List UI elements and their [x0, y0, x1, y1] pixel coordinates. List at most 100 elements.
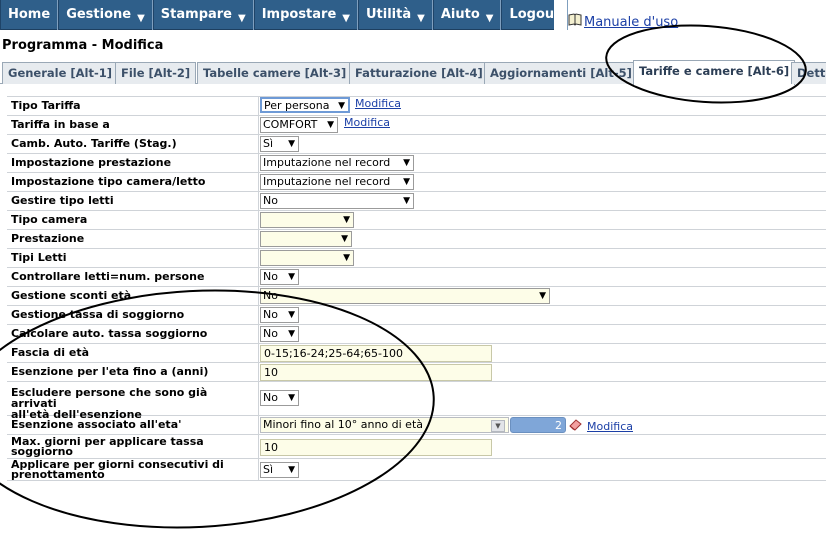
gestione-tassa-select[interactable]: No ▼ — [260, 307, 299, 323]
menu-utilita[interactable]: Utilità ▼ — [357, 0, 433, 30]
menu-gestione-label: Gestione — [66, 7, 132, 22]
max-giorni-input[interactable]: 10 — [260, 439, 492, 456]
chevron-down-icon: ▼ — [288, 310, 295, 320]
tab-aggiornamenti[interactable]: Aggiornamenti [Alt-5] — [484, 62, 638, 84]
eraser-icon[interactable] — [567, 417, 583, 431]
impostazione-tipo-camera-select[interactable]: Imputazione nel record ▼ — [260, 174, 414, 190]
chevron-down-icon: ▼ — [403, 177, 410, 187]
tipo-camera-label: Tipo camera — [11, 213, 88, 226]
controllare-letti-select[interactable]: No ▼ — [260, 269, 299, 285]
menu-logout[interactable]: Logout — [501, 0, 569, 30]
chevron-down-icon: ▼ — [539, 291, 546, 301]
tab-tabelle-camere[interactable]: Tabelle camere [Alt-3] — [197, 62, 353, 84]
fascia-eta-label: Fascia di età — [11, 346, 89, 359]
row-tipo-tariffa: Tipo Tariffa Per persona ▼ Modifica — [7, 97, 826, 116]
row-impostazione-tipo-camera: Impostazione tipo camera/letto Imputazio… — [7, 173, 826, 192]
tipo-camera-select[interactable]: ▼ — [260, 212, 354, 228]
row-esenzione-eta: Esenzione per l'eta fino a (anni) 10 — [7, 363, 826, 382]
camb-auto-select[interactable]: Sì ▼ — [260, 136, 299, 152]
menu-stampare-label: Stampare — [160, 7, 232, 22]
tab-tariffe-camere[interactable]: Tariffe e camere [Alt-6] — [633, 60, 796, 85]
gestione-sconti-select[interactable]: No ▼ — [260, 288, 550, 304]
camb-auto-value: Sì — [263, 137, 274, 150]
esenzione-modifica-link[interactable]: Modifica — [587, 420, 633, 433]
controllare-letti-label: Controllare letti=num. persone — [11, 270, 205, 283]
esenzione-eta-label: Esenzione per l'eta fino a (anni) — [11, 365, 209, 378]
menu-gestione[interactable]: Gestione ▼ — [58, 0, 153, 30]
tariffa-base-select[interactable]: COMFORT ▼ — [260, 117, 338, 133]
row-tipo-camera: Tipo camera ▼ — [7, 211, 826, 230]
gestire-tipo-letti-value: No — [263, 194, 278, 207]
row-controllare-letti: Controllare letti=num. persone No ▼ — [7, 268, 826, 287]
gestione-sconti-label: Gestione sconti età — [11, 289, 132, 302]
manual-link-label: Manuale d'uso — [584, 15, 679, 30]
tipi-letti-label: Tipi Letti — [11, 251, 67, 264]
impostazione-prestazione-select[interactable]: Imputazione nel record ▼ — [260, 155, 414, 171]
row-tipi-letti: Tipi Letti ▼ — [7, 249, 826, 268]
menu-aiuto[interactable]: Aiuto ▼ — [432, 0, 502, 30]
chevron-down-icon: ▼ — [341, 234, 348, 244]
menu-logout-label: Logout — [509, 7, 561, 22]
tab-file[interactable]: File [Alt-2] — [115, 62, 197, 84]
impostazione-tipo-camera-value: Imputazione nel record — [263, 175, 391, 188]
chevron-down-icon: ▼ — [417, 13, 425, 24]
chevron-down-icon: ▼ — [137, 13, 145, 24]
tipo-tariffa-modifica-link[interactable]: Modifica — [355, 97, 401, 110]
row-prestazione: Prestazione ▼ — [7, 230, 826, 249]
escludere-value: No — [263, 391, 278, 404]
tab-fatturazione[interactable]: Fatturazione [Alt-4] — [349, 62, 489, 84]
calcolare-tassa-select[interactable]: No ▼ — [260, 326, 299, 342]
main-menu-bar: Home Gestione ▼ Stampare ▼ Impostare ▼ Util… — [0, 0, 569, 30]
impostazione-prestazione-label: Impostazione prestazione — [11, 156, 172, 169]
menu-impostare[interactable]: Impostare ▼ — [253, 0, 358, 30]
gestione-tassa-value: No — [263, 308, 278, 321]
max-giorni-label-line2: soggiorno — [11, 445, 73, 458]
menu-home[interactable]: Home — [0, 0, 59, 30]
prestazione-select[interactable]: ▼ — [260, 231, 352, 247]
chevron-down-icon: ▼ — [485, 13, 494, 24]
row-camb-auto: Camb. Auto. Tariffe (Stag.) Sì ▼ — [7, 135, 826, 154]
gestione-tassa-label: Gestione tassa di soggiorno — [11, 308, 185, 321]
row-escludere: Escludere persone che sono già arrivati a… — [7, 382, 826, 420]
fascia-eta-input[interactable]: 0-15;16-24;25-64;65-100 — [260, 345, 492, 362]
gestire-tipo-letti-label: Gestire tipo letti — [11, 194, 114, 207]
chevron-down-icon: ▼ — [343, 253, 350, 263]
menu-impostare-label: Impostare — [261, 7, 337, 22]
max-giorni-label: Max. giorni per applicare tassa soggiorno — [11, 436, 255, 458]
impostazione-prestazione-value: Imputazione nel record — [263, 156, 391, 169]
controllare-letti-value: No — [263, 270, 278, 283]
applicare-value: Sì — [263, 463, 274, 476]
chevron-down-icon: ▼ — [327, 120, 334, 130]
chevron-down-icon: ▼ — [288, 139, 295, 149]
settings-form: Tipo Tariffa Per persona ▼ Modifica Tarif… — [7, 96, 826, 481]
esenzione-eta-input[interactable]: 10 — [260, 364, 492, 381]
row-gestire-tipo-letti: Gestire tipo letti No ▼ — [7, 192, 826, 211]
tipi-letti-select[interactable]: ▼ — [260, 250, 354, 266]
tab-generale[interactable]: Generale [Alt-1] — [2, 62, 119, 84]
menu-stampare[interactable]: Stampare ▼ — [152, 0, 254, 30]
chevron-down-icon: ▼ — [343, 215, 350, 225]
row-gestione-sconti: Gestione sconti età No ▼ — [7, 287, 826, 306]
row-esenzione-associato: Esenzione associato all'eta' Minori fino… — [7, 416, 826, 435]
impostazione-tipo-camera-label: Impostazione tipo camera/letto — [11, 175, 206, 188]
esenzione-associato-label: Esenzione associato all'eta' — [11, 418, 182, 431]
escludere-select[interactable]: No ▼ — [260, 390, 299, 406]
esenzione-associato-select[interactable]: Minori fino al 10° anno di età ▼ — [260, 417, 509, 433]
applicare-select[interactable]: Sì ▼ — [260, 462, 299, 478]
gestire-tipo-letti-select[interactable]: No ▼ — [260, 193, 414, 209]
row-calcolare-tassa: Calcolare auto. tassa soggiorno No ▼ — [7, 325, 826, 344]
chevron-down-icon: ▼ — [403, 196, 410, 206]
tab-dettagli[interactable]: Dettagli — [791, 62, 826, 84]
chevron-down-icon: ▼ — [288, 393, 295, 403]
chevron-down-icon: ▼ — [338, 101, 345, 111]
tipo-tariffa-select[interactable]: Per persona ▼ — [260, 97, 350, 113]
chevron-down-icon: ▼ — [491, 420, 505, 432]
row-tariffa-base: Tariffa in base a COMFORT ▼ Modifica — [7, 116, 826, 135]
esenzione-counter[interactable]: 2 — [510, 417, 566, 433]
applicare-label: Applicare per giorni consecutivi di preno… — [11, 459, 255, 480]
menu-aiuto-label: Aiuto — [440, 7, 480, 22]
tariffa-base-modifica-link[interactable]: Modifica — [344, 116, 390, 129]
esenzione-associato-value: Minori fino al 10° anno di età — [263, 418, 424, 431]
manual-link[interactable]: Manuale d'uso — [568, 13, 678, 30]
escludere-label-line1: Escludere persone che sono già arrivati — [11, 386, 208, 410]
